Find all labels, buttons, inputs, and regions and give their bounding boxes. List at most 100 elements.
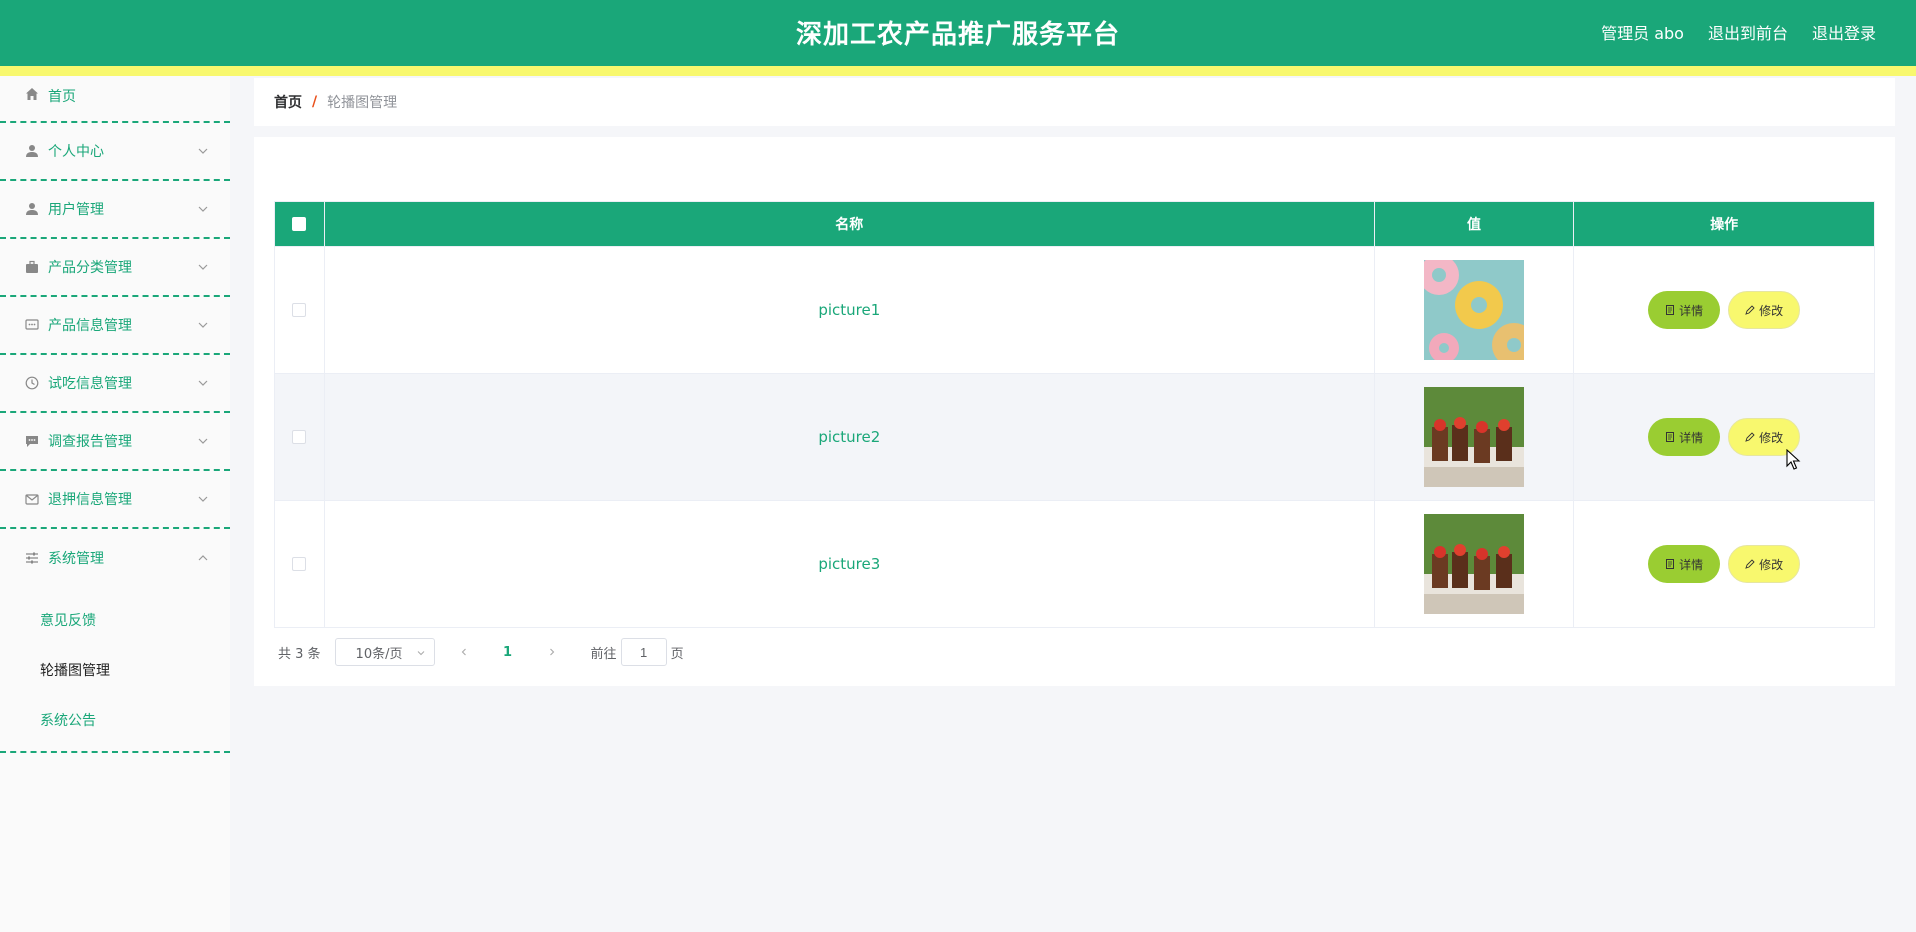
main-content: 名称 值 操作 picture1 详情 修改 picture2 详情 修改 pi… [254, 137, 1895, 686]
sidebar-item-user-management[interactable]: 用户管理 [0, 181, 230, 239]
value-cell [1375, 501, 1575, 627]
sidebar-item-deposit-refund[interactable]: 退押信息管理 [0, 471, 230, 529]
actions-cell: 详情 修改 [1574, 374, 1874, 500]
edit-button[interactable]: 修改 [1728, 291, 1801, 329]
row-checkbox[interactable] [292, 303, 307, 317]
sidebar-item-label: 首页 [48, 89, 76, 105]
top-links: 管理员 abo 退出到前台 退出登录 [1601, 20, 1876, 44]
mail-icon [24, 491, 40, 507]
logout-link[interactable]: 退出登录 [1812, 20, 1876, 44]
sidebar: 首页 个人中心 用户管理 产品分类管理 产品信息管理 试吃信息管理 调查报告管理… [0, 76, 230, 932]
top-header: 深加工农产品推广服务平台 管理员 abo 退出到前台 退出登录 [0, 0, 1916, 66]
briefcase-icon [24, 259, 40, 275]
detail-button-label: 详情 [1679, 303, 1704, 318]
page-size-value: 10条/页 [355, 646, 403, 662]
sidebar-item-home[interactable]: 首页 [0, 76, 230, 123]
actions-cell: 详情 修改 [1574, 247, 1874, 373]
system-submenu: 意见反馈 轮播图管理 系统公告 [0, 587, 230, 753]
user-icon [24, 201, 40, 217]
pencil-icon [1745, 559, 1755, 569]
admin-user-link[interactable]: 管理员 abo [1601, 20, 1684, 44]
next-page-button[interactable] [537, 638, 567, 666]
chevron-down-icon [198, 438, 208, 444]
table-row: picture1 详情 修改 [275, 246, 1874, 373]
column-header-name: 名称 [325, 202, 1375, 246]
sidebar-item-personal-center[interactable]: 个人中心 [0, 123, 230, 181]
edit-button-label: 修改 [1759, 557, 1784, 572]
sliders-icon [24, 550, 40, 566]
desserts-thumbnail[interactable] [1424, 514, 1524, 614]
prev-page-button[interactable] [449, 638, 479, 666]
sidebar-item-system-management[interactable]: 系统管理 [0, 529, 230, 587]
chevron-right-icon [549, 648, 554, 656]
detail-button-label: 详情 [1679, 430, 1704, 445]
value-cell [1375, 374, 1575, 500]
chevron-down-icon [198, 148, 208, 154]
chevron-down-icon [198, 206, 208, 212]
value-cell [1375, 247, 1575, 373]
document-icon [1666, 432, 1675, 442]
select-all-checkbox[interactable] [292, 217, 307, 231]
carousel-table: 名称 值 操作 picture1 详情 修改 picture2 详情 修改 pi… [274, 201, 1875, 628]
goto-label: 前往 [590, 646, 617, 662]
sidebar-item-product-info[interactable]: 产品信息管理 [0, 297, 230, 355]
sidebar-subitem-feedback[interactable]: 意见反馈 [0, 595, 230, 645]
sidebar-item-label: 调查报告管理 [48, 434, 132, 450]
breadcrumb: 首页 / 轮播图管理 [254, 78, 1895, 126]
row-checkbox[interactable] [292, 557, 307, 571]
header-stripe [0, 66, 1916, 76]
chevron-down-icon [198, 322, 208, 328]
detail-button[interactable]: 详情 [1648, 291, 1721, 329]
detail-button[interactable]: 详情 [1648, 418, 1721, 456]
breadcrumb-separator: / [312, 94, 318, 110]
pencil-icon [1745, 305, 1755, 315]
sidebar-item-label: 试吃信息管理 [48, 376, 132, 392]
table-header: 名称 值 操作 [275, 202, 1874, 246]
row-checkbox[interactable] [292, 430, 307, 444]
sidebar-item-label: 退押信息管理 [48, 492, 132, 508]
chevron-down-icon [198, 264, 208, 270]
mouse-cursor-icon [1786, 449, 1801, 470]
clock-icon [24, 375, 40, 391]
breadcrumb-current: 轮播图管理 [327, 95, 398, 111]
sidebar-item-label: 产品分类管理 [48, 260, 132, 276]
name-cell: picture1 [325, 247, 1375, 373]
edit-button-label: 修改 [1759, 430, 1784, 445]
goto-page-input[interactable] [620, 638, 667, 666]
sidebar-item-survey-report[interactable]: 调查报告管理 [0, 413, 230, 471]
sidebar-item-label: 用户管理 [48, 202, 104, 218]
edit-button[interactable]: 修改 [1728, 545, 1801, 583]
sidebar-item-label: 个人中心 [48, 144, 104, 160]
edit-button-label: 修改 [1759, 303, 1784, 318]
sidebar-item-product-category[interactable]: 产品分类管理 [0, 239, 230, 297]
message-icon [24, 317, 40, 333]
pagination-total: 共 3 条 [278, 646, 321, 662]
name-cell: picture3 [325, 501, 1375, 627]
row-select-cell [275, 501, 325, 627]
chevron-down-icon [417, 651, 424, 656]
sidebar-item-label: 产品信息管理 [48, 318, 132, 334]
sidebar-item-label: 系统管理 [48, 551, 104, 567]
donuts-thumbnail[interactable] [1424, 260, 1524, 360]
detail-button[interactable]: 详情 [1648, 545, 1721, 583]
document-icon [1666, 559, 1675, 569]
user-icon [24, 143, 40, 159]
page-size-select[interactable]: 10条/页 [334, 638, 435, 666]
chevron-left-icon [461, 648, 466, 656]
sidebar-item-tasting-info[interactable]: 试吃信息管理 [0, 355, 230, 413]
page-number[interactable]: 1 [493, 638, 523, 666]
sidebar-subitem-announcement[interactable]: 系统公告 [0, 695, 230, 745]
document-icon [1666, 305, 1675, 315]
breadcrumb-home[interactable]: 首页 [274, 92, 302, 112]
row-select-cell [275, 247, 325, 373]
chevron-up-icon [198, 555, 208, 561]
name-cell: picture2 [325, 374, 1375, 500]
sidebar-subitem-carousel[interactable]: 轮播图管理 [0, 645, 230, 695]
pencil-icon [1745, 432, 1755, 442]
back-to-frontend-link[interactable]: 退出到前台 [1708, 20, 1788, 44]
table-row: picture3 详情 修改 [275, 500, 1874, 627]
table-row: picture2 详情 修改 [275, 373, 1874, 500]
header-select-cell [275, 202, 325, 246]
column-header-value: 值 [1375, 202, 1575, 246]
desserts-thumbnail[interactable] [1424, 387, 1524, 487]
